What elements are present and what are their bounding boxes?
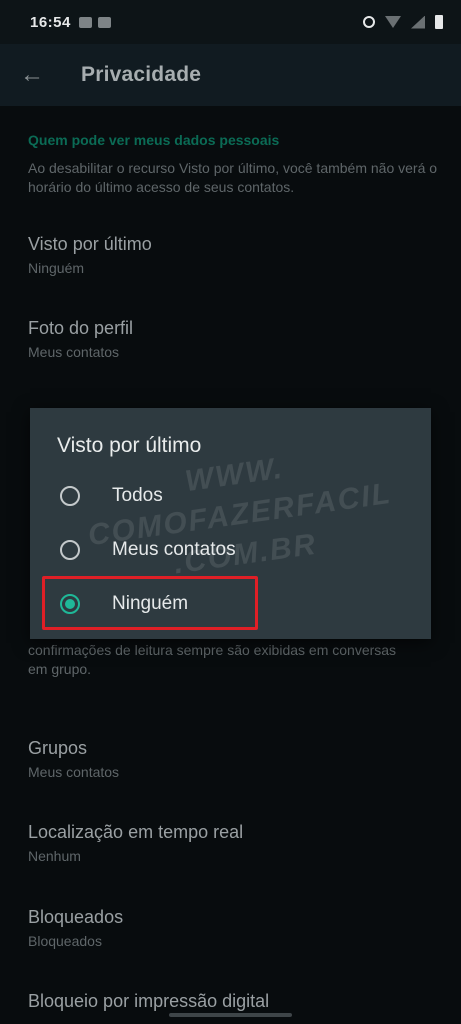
- last-seen-dialog: Visto por último Todos Meus contatos Nin…: [30, 408, 431, 639]
- setting-value: Nenhum: [28, 848, 81, 864]
- setting-title: Grupos: [28, 738, 88, 758]
- battery-icon: [435, 15, 443, 29]
- section-heading: Quem pode ver meus dados pessoais: [28, 132, 280, 148]
- status-bar: 16:54: [0, 0, 461, 44]
- setting-fingerprint-lock[interactable]: Bloqueio por impressão digital: [28, 991, 438, 1012]
- setting-title: Foto do perfil: [28, 318, 134, 338]
- notification-icons: [78, 16, 111, 28]
- page-title: Privacidade: [81, 63, 202, 86]
- option-label: Ninguém: [112, 593, 189, 614]
- system-icons: [363, 15, 443, 29]
- gesture-nav-bar[interactable]: [169, 1013, 292, 1017]
- setting-value: Meus contatos: [28, 344, 120, 360]
- setting-title: Bloqueio por impressão digital: [28, 991, 270, 1011]
- radio-unchecked-icon[interactable]: [60, 540, 80, 560]
- read-receipts-note: confirmações de leitura sempre são exibi…: [28, 642, 397, 677]
- section-description: Ao desabilitar o recurso Visto por últim…: [28, 160, 438, 195]
- option-label: Todos: [112, 485, 163, 506]
- signal-icon: [411, 15, 425, 29]
- app-bar: ← Privacidade: [0, 44, 461, 106]
- option-nobody[interactable]: Ninguém: [30, 580, 431, 628]
- setting-title: Localização em tempo real: [28, 822, 244, 842]
- setting-value: Bloqueados: [28, 933, 102, 949]
- option-label: Meus contatos: [112, 539, 236, 560]
- image-notification-icon: [78, 16, 92, 28]
- status-time: 16:54: [30, 13, 71, 31]
- setting-live-location[interactable]: Localização em tempo real Nenhum: [28, 822, 438, 864]
- gallery-notification-icon: [97, 16, 111, 28]
- setting-title: Visto por último: [28, 234, 152, 254]
- setting-last-seen[interactable]: Visto por último Ninguém: [28, 234, 438, 276]
- radio-checked-icon[interactable]: [60, 594, 80, 614]
- setting-value: Ninguém: [28, 260, 85, 276]
- setting-profile-photo[interactable]: Foto do perfil Meus contatos: [28, 318, 438, 360]
- radio-unchecked-icon[interactable]: [60, 486, 80, 506]
- option-my-contacts[interactable]: Meus contatos: [30, 526, 431, 574]
- back-arrow-icon[interactable]: ←: [20, 63, 44, 87]
- setting-title: Bloqueados: [28, 907, 124, 927]
- option-everyone[interactable]: Todos: [30, 472, 431, 520]
- setting-value: Meus contatos: [28, 764, 120, 780]
- setting-groups[interactable]: Grupos Meus contatos: [28, 738, 438, 780]
- alarm-icon: [363, 16, 375, 28]
- setting-blocked[interactable]: Bloqueados Bloqueados: [28, 907, 438, 949]
- wifi-icon: [385, 16, 401, 28]
- dialog-title: Visto por último: [57, 434, 202, 457]
